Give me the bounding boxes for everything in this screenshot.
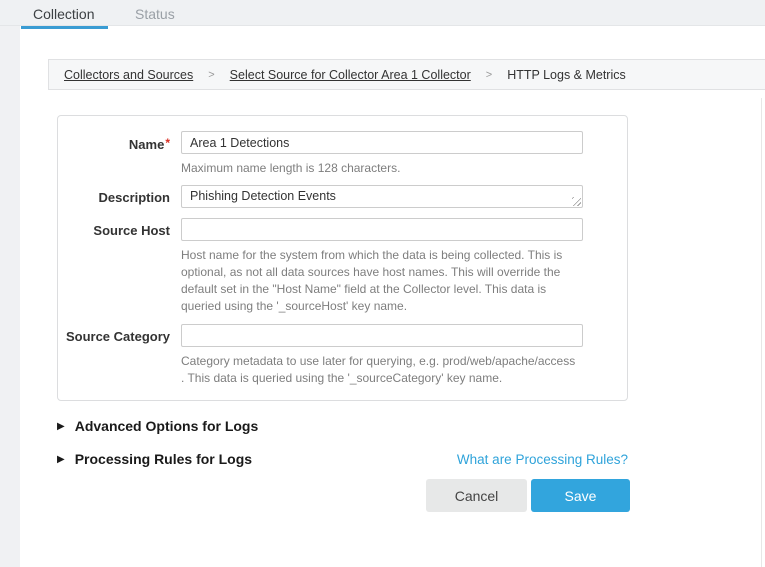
processing-rules-label: Processing Rules for Logs <box>75 451 252 467</box>
source-host-label: Source Host <box>58 218 170 238</box>
cancel-button[interactable]: Cancel <box>426 479 527 512</box>
breadcrumb-separator-icon: > <box>486 69 492 81</box>
description-textarea[interactable]: Phishing Detection Events <box>181 185 583 208</box>
name-label: Name* <box>58 131 170 152</box>
content-area: Collectors and Sources > Select Source f… <box>20 26 765 567</box>
breadcrumb-link-select-source[interactable]: Select Source for Collector Area 1 Colle… <box>230 68 471 82</box>
form-actions: Cancel Save <box>57 479 630 512</box>
right-panel-border <box>761 98 762 567</box>
caret-right-icon: ▶ <box>57 454 65 465</box>
required-asterisk: * <box>165 136 170 150</box>
source-category-label: Source Category <box>58 324 170 344</box>
source-category-input[interactable] <box>181 324 583 347</box>
name-input[interactable] <box>181 131 583 154</box>
source-host-input[interactable] <box>181 218 583 241</box>
breadcrumb-link-collectors-and-sources[interactable]: Collectors and Sources <box>64 68 193 82</box>
form-column: Name* Maximum name length is 128 charact… <box>57 115 630 512</box>
name-help-text: Maximum name length is 128 characters. <box>181 160 579 177</box>
caret-right-icon: ▶ <box>57 421 65 432</box>
name-label-text: Name <box>129 137 164 152</box>
active-tab-indicator <box>21 26 108 29</box>
description-label: Description <box>58 185 170 205</box>
breadcrumb-separator-icon: > <box>208 69 214 81</box>
what-are-processing-rules-link[interactable]: What are Processing Rules? <box>457 452 628 467</box>
source-host-help-text: Host name for the system from which the … <box>181 247 579 315</box>
source-category-help-text: Category metadata to use later for query… <box>181 353 579 387</box>
tab-status[interactable]: Status <box>135 6 175 22</box>
breadcrumb: Collectors and Sources > Select Source f… <box>48 59 765 90</box>
processing-rules-toggle[interactable]: ▶ Processing Rules for Logs <box>57 451 252 467</box>
advanced-options-label: Advanced Options for Logs <box>75 418 259 434</box>
source-config-panel: Name* Maximum name length is 128 charact… <box>57 115 628 401</box>
tab-bar: Collection Status <box>0 0 765 26</box>
breadcrumb-current-page: HTTP Logs & Metrics <box>507 68 626 82</box>
tab-collection[interactable]: Collection <box>33 6 94 22</box>
resize-handle-icon[interactable] <box>572 197 581 206</box>
advanced-options-toggle[interactable]: ▶ Advanced Options for Logs <box>57 418 258 434</box>
save-button[interactable]: Save <box>531 479 630 512</box>
